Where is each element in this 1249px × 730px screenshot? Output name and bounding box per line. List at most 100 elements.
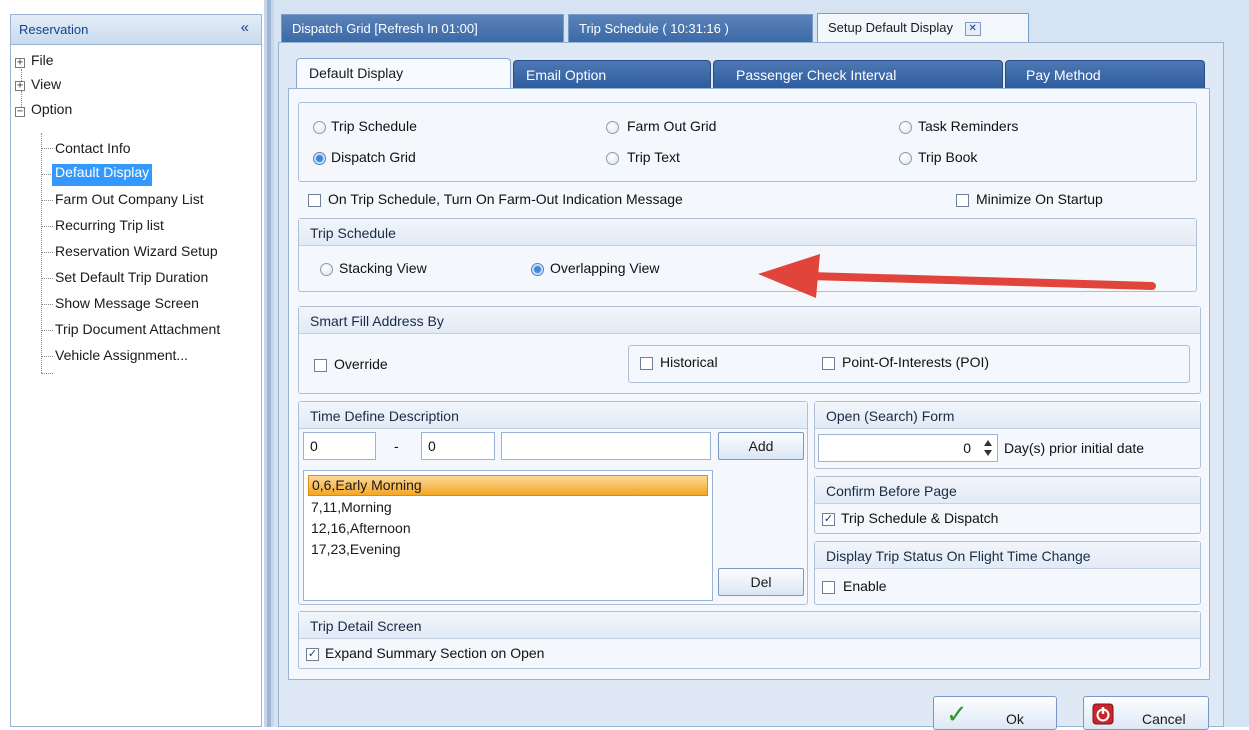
left-nav-panel: Reservation « + File + View − Option Con… <box>10 14 262 727</box>
radio-overlapping-view-label: Overlapping View <box>550 260 660 276</box>
enable-checkbox[interactable] <box>822 581 835 594</box>
panel-splitter[interactable] <box>264 0 274 727</box>
tree-item-reservation-wizard-setup[interactable]: Reservation Wizard Setup <box>55 243 218 259</box>
radio-task-reminders[interactable] <box>899 121 912 134</box>
radio-trip-book-label: Trip Book <box>918 149 978 165</box>
poi-label: Point-Of-Interests (POI) <box>842 354 990 370</box>
subtab-default-display[interactable]: Default Display <box>296 58 511 89</box>
enable-label: Enable <box>843 578 887 594</box>
tree-connector <box>41 278 53 279</box>
tab-trip-schedule[interactable]: Trip Schedule ( 10:31:16 ) <box>568 14 813 42</box>
radio-trip-schedule[interactable] <box>313 121 326 134</box>
cancel-label: Cancel <box>1142 711 1186 727</box>
expand-summary-label: Expand Summary Section on Open <box>325 645 545 661</box>
flight-status-title: Display Trip Status On Flight Time Chang… <box>815 542 1200 569</box>
poi-checkbox[interactable] <box>822 357 835 370</box>
subtab-email-option[interactable]: Email Option <box>513 60 711 88</box>
tree-item-contact-info[interactable]: Contact Info <box>55 140 131 156</box>
time-to-input[interactable]: 0 <box>421 432 495 460</box>
farm-out-message-label: On Trip Schedule, Turn On Farm-Out Indic… <box>328 191 683 207</box>
expand-plus-icon[interactable]: + <box>15 81 25 91</box>
confirm-before-page-title: Confirm Before Page <box>815 477 1200 504</box>
tree-item-vehicle-assignment[interactable]: Vehicle Assignment... <box>55 347 188 363</box>
tab-dispatch-grid[interactable]: Dispatch Grid [Refresh In 01:00] <box>281 14 564 42</box>
tree-item-set-default-trip-duration[interactable]: Set Default Trip Duration <box>55 269 208 285</box>
tree-item-default-display[interactable]: Default Display <box>52 164 153 186</box>
tree-item-show-message-screen[interactable]: Show Message Screen <box>55 295 199 311</box>
radio-dispatch-grid[interactable] <box>313 152 326 165</box>
radio-overlapping-view[interactable] <box>531 263 544 276</box>
add-button[interactable]: Add <box>718 432 804 460</box>
list-item[interactable]: 0,6,Early Morning <box>308 475 708 496</box>
days-prior-spinner[interactable]: 0 <box>818 434 998 462</box>
radio-stacking-view[interactable] <box>320 263 333 276</box>
power-icon <box>1092 703 1114 725</box>
radio-trip-book[interactable] <box>899 152 912 165</box>
tree-connector <box>41 226 53 227</box>
tree-connector <box>41 133 42 373</box>
spin-updown-icon[interactable] <box>982 438 994 458</box>
smart-fill-group-title: Smart Fill Address By <box>299 307 1200 334</box>
tree-connector <box>41 252 53 253</box>
expand-summary-checkbox[interactable]: ✓ <box>306 648 319 661</box>
tree-connector <box>41 148 53 149</box>
minimize-on-startup-label: Minimize On Startup <box>976 191 1103 207</box>
nav-title: Reservation <box>19 22 89 37</box>
tree-connector <box>41 356 53 357</box>
tab-setup-default-display[interactable]: Setup Default Display ✕ <box>817 13 1029 43</box>
trip-schedule-group-title: Trip Schedule <box>299 219 1196 246</box>
radio-trip-text[interactable] <box>606 152 619 165</box>
subtab-email-option-label: Email Option <box>526 67 607 83</box>
radio-farm-out-grid-label: Farm Out Grid <box>627 118 717 134</box>
tree-connector <box>41 373 53 374</box>
cancel-button[interactable]: Cancel <box>1083 696 1209 730</box>
del-button[interactable]: Del <box>718 568 804 596</box>
expand-plus-icon[interactable]: + <box>15 58 25 68</box>
radio-trip-schedule-label: Trip Schedule <box>331 118 417 134</box>
override-checkbox[interactable] <box>314 359 327 372</box>
subtab-passenger-check-label: Passenger Check Interval <box>736 67 897 83</box>
list-item[interactable]: 12,16,Afternoon <box>308 519 708 540</box>
tab-setup-label: Setup Default Display <box>828 20 954 35</box>
radio-task-reminders-label: Task Reminders <box>918 118 1019 134</box>
time-define-list[interactable]: 0,6,Early Morning 7,11,Morning 12,16,Aft… <box>303 470 713 601</box>
time-range-dash: - <box>394 438 399 454</box>
collapse-minus-icon[interactable]: − <box>15 107 25 117</box>
tree-item-view[interactable]: View <box>31 76 61 92</box>
collapse-icon[interactable]: « <box>241 19 249 36</box>
trip-detail-title: Trip Detail Screen <box>299 612 1200 639</box>
tree-connector <box>41 200 53 201</box>
flight-status-group: Display Trip Status On Flight Time Chang… <box>814 541 1201 605</box>
tree-item-option[interactable]: Option <box>31 101 72 117</box>
default-view-group <box>298 102 1197 182</box>
subtab-passenger-check-interval[interactable]: Passenger Check Interval <box>713 60 1003 88</box>
subtab-pay-method[interactable]: Pay Method <box>1005 60 1205 88</box>
close-tab-icon[interactable]: ✕ <box>964 22 981 36</box>
time-define-group-title: Time Define Description <box>299 402 807 429</box>
nav-header: Reservation « <box>11 15 261 45</box>
tree-item-farm-out-company-list[interactable]: Farm Out Company List <box>55 191 204 207</box>
list-item[interactable]: 17,23,Evening <box>308 540 708 561</box>
open-search-group-title: Open (Search) Form <box>815 402 1200 429</box>
trip-schedule-dispatch-label: Trip Schedule & Dispatch <box>841 510 999 526</box>
tree-connector <box>41 304 53 305</box>
list-item[interactable]: 7,11,Morning <box>308 498 708 519</box>
tree-item-trip-document-attachment[interactable]: Trip Document Attachment <box>55 321 220 337</box>
time-description-input[interactable] <box>501 432 711 460</box>
trip-schedule-dispatch-checkbox[interactable]: ✓ <box>822 513 835 526</box>
minimize-on-startup-checkbox[interactable] <box>956 194 969 207</box>
ok-label: Ok <box>1006 711 1024 727</box>
tree-connector <box>41 330 53 331</box>
tree-item-file[interactable]: File <box>31 52 54 68</box>
radio-farm-out-grid[interactable] <box>606 121 619 134</box>
farm-out-message-checkbox[interactable] <box>308 194 321 207</box>
override-label: Override <box>334 356 388 372</box>
radio-stacking-view-label: Stacking View <box>339 260 427 276</box>
time-from-input[interactable]: 0 <box>303 432 376 460</box>
ok-button[interactable]: ✓ Ok <box>933 696 1057 730</box>
tree-item-recurring-trip-list[interactable]: Recurring Trip list <box>55 217 164 233</box>
historical-checkbox[interactable] <box>640 357 653 370</box>
subtab-default-display-label: Default Display <box>309 65 404 81</box>
days-prior-label: Day(s) prior initial date <box>1004 440 1145 456</box>
subtab-pay-method-label: Pay Method <box>1026 67 1101 83</box>
